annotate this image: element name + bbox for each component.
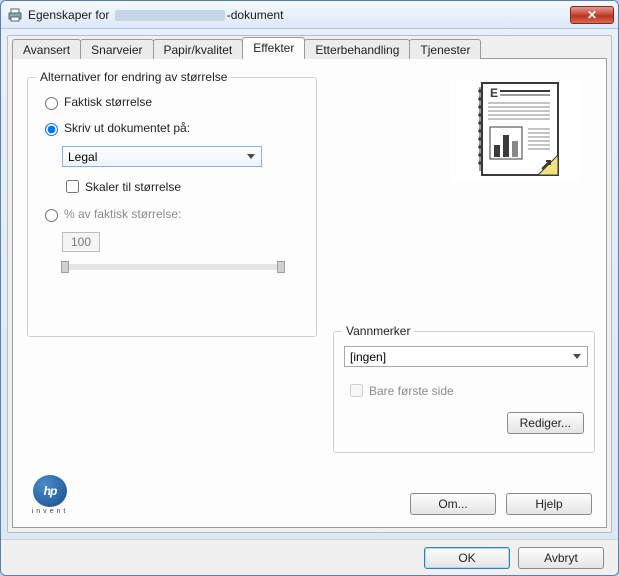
radio-print-on-label: Skriv ut dokumentet på: [64, 121, 190, 135]
group-resize-title: Alternativer for endring av størrelse [36, 70, 231, 84]
svg-text:E: E [490, 86, 498, 100]
slider-max-icon [277, 261, 285, 273]
paper-size-value: Legal [68, 150, 97, 164]
dialog-window: Egenskaper for -dokument ✕ Avansert Snar… [0, 0, 619, 576]
tab-paper-quality[interactable]: Papir/kvalitet [153, 39, 244, 59]
close-icon: ✕ [587, 8, 597, 22]
printer-icon [7, 7, 23, 23]
tab-services[interactable]: Tjenester [409, 39, 481, 59]
paper-size-select[interactable]: Legal [62, 146, 262, 167]
titlebar: Egenskaper for -dokument ✕ [1, 1, 618, 29]
about-button[interactable]: Om... [410, 493, 496, 515]
group-watermarks: Vannmerker [ingen] Bare første side Redi… [333, 331, 595, 453]
radio-percent-input[interactable] [45, 209, 58, 222]
dialog-footer: OK Avbryt [1, 539, 618, 575]
hp-logo-text: hp [44, 484, 57, 498]
ok-button[interactable]: OK [424, 547, 510, 569]
radio-actual-size-label: Faktisk størrelse [64, 95, 152, 109]
group-resize-options: Alternativer for endring av størrelse Fa… [27, 77, 317, 337]
obscured-printer-name [115, 10, 225, 21]
cancel-button[interactable]: Avbryt [518, 547, 604, 569]
hp-logo-icon: hp [33, 475, 67, 507]
radio-actual-size-input[interactable] [45, 97, 58, 110]
tab-finishing[interactable]: Etterbehandling [304, 39, 410, 59]
watermark-value: [ingen] [350, 350, 386, 364]
page-preview: E [450, 77, 580, 182]
title-prefix: Egenskaper for [28, 8, 113, 22]
radio-print-on-input[interactable] [45, 123, 58, 136]
watermark-select[interactable]: [ingen] [344, 346, 588, 367]
chevron-down-icon [569, 349, 584, 364]
percent-value: 100 [71, 235, 91, 249]
help-button[interactable]: Hjelp [506, 493, 592, 515]
check-scale-to-fit-label: Skaler til størrelse [85, 180, 181, 194]
title-suffix: -dokument [227, 8, 284, 22]
check-scale-to-fit[interactable]: Skaler til størrelse [62, 177, 316, 196]
tab-panel-effects: Alternativer for endring av størrelse Fa… [12, 58, 607, 528]
radio-print-on[interactable]: Skriv ut dokumentet på: [40, 120, 316, 136]
tab-effects[interactable]: Effekter [242, 37, 305, 59]
chevron-down-icon [243, 149, 258, 164]
radio-actual-size[interactable]: Faktisk størrelse [40, 94, 316, 110]
radio-percent[interactable]: % av faktisk størrelse: [40, 206, 316, 222]
check-scale-to-fit-input[interactable] [66, 180, 79, 193]
hp-logo: hp invent [27, 475, 73, 515]
slider-min-icon [61, 261, 69, 273]
percent-value-box: 100 [62, 232, 100, 252]
percent-slider [62, 264, 284, 270]
group-watermarks-title: Vannmerker [342, 324, 414, 338]
content-area: Avansert Snarveier Papir/kvalitet Effekt… [7, 35, 612, 533]
close-button[interactable]: ✕ [570, 6, 614, 24]
check-first-page-only-label: Bare første side [369, 384, 454, 398]
check-first-page-only-input [350, 384, 363, 397]
hp-logo-subtext: invent [32, 508, 69, 515]
tab-strip: Avansert Snarveier Papir/kvalitet Effekt… [8, 37, 611, 59]
window-title: Egenskaper for -dokument [28, 8, 570, 22]
check-first-page-only: Bare første side [346, 381, 584, 400]
edit-watermark-button[interactable]: Rediger... [507, 412, 584, 434]
radio-percent-label: % av faktisk størrelse: [64, 207, 181, 221]
tab-advanced[interactable]: Avansert [12, 39, 81, 59]
tab-shortcuts[interactable]: Snarveier [80, 39, 153, 59]
